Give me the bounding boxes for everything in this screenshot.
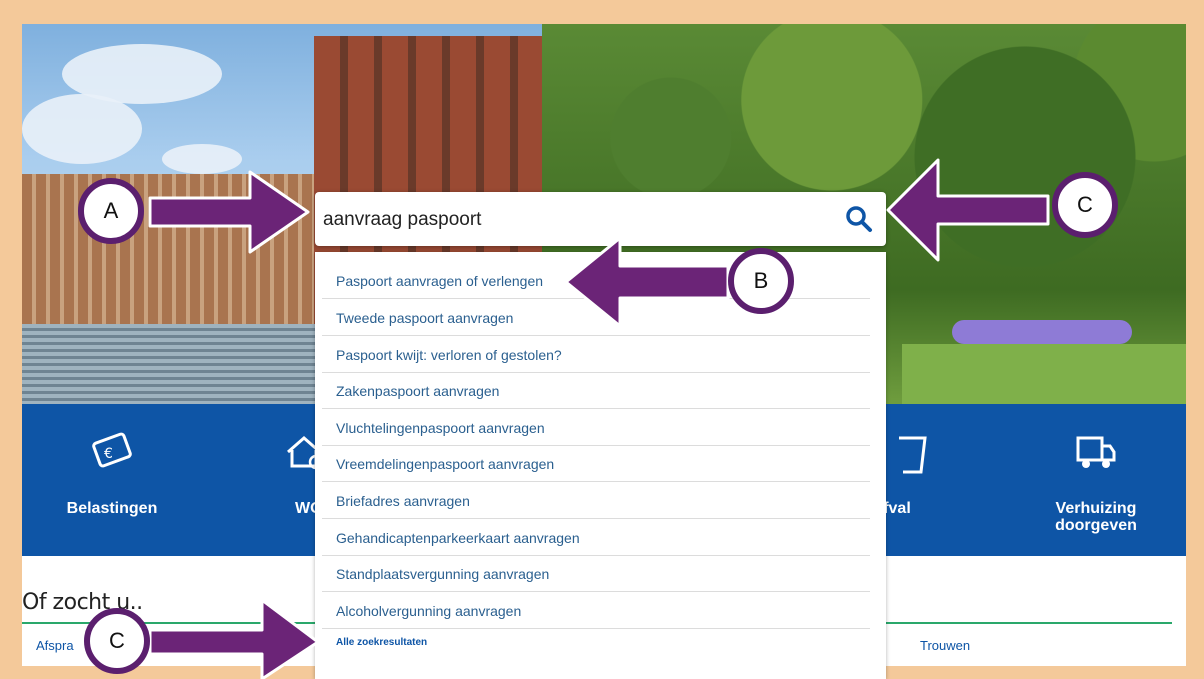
arrow-a xyxy=(148,170,310,254)
arrow-b xyxy=(564,236,730,328)
callout-b: B xyxy=(728,248,794,314)
arrow-c-top xyxy=(886,158,1050,262)
arrow-c-bottom xyxy=(148,598,320,679)
callout-c-top: C xyxy=(1052,172,1118,238)
annotation-arrows xyxy=(148,158,1050,679)
callout-a: A xyxy=(78,178,144,244)
callout-c-bottom: C xyxy=(84,608,150,674)
